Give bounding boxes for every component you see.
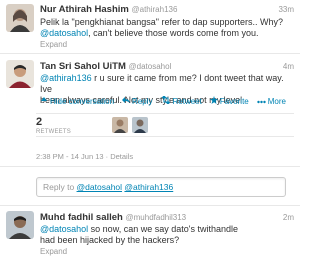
reply-mention: @datosahol: [76, 182, 123, 192]
tweet-time[interactable]: 2m: [283, 213, 294, 222]
mention-link[interactable]: @datosahol: [40, 28, 88, 38]
mention-link[interactable]: @datosahol: [40, 224, 88, 234]
hide-conversation-button[interactable]: Hide conversation: [40, 96, 114, 106]
more-button[interactable]: More: [257, 96, 286, 106]
more-dots-icon: [257, 97, 266, 106]
reply-prefix: Reply to: [43, 182, 77, 192]
tweet-actions: Hide conversation Reply Retweet Favorite…: [40, 95, 286, 106]
tweet-text-line: had been hijacked by the hackers?: [40, 235, 180, 245]
tweet-author[interactable]: Nur Athirah Hashim @athirah136: [40, 4, 177, 15]
retweet-count[interactable]: 2: [36, 116, 42, 128]
divider: [0, 205, 300, 206]
more-label: More: [267, 96, 286, 106]
divider: [0, 166, 300, 167]
retweet-stats: 2 RETWEETS: [36, 113, 294, 137]
retweet-label: Retweet: [172, 96, 202, 106]
reply-icon: [122, 96, 131, 106]
expand-link[interactable]: Expand: [40, 40, 67, 49]
tweet-dateline[interactable]: 2:38 PM - 14 Jun 13 · Details: [36, 152, 133, 161]
favorite-label: Favorite: [219, 96, 249, 106]
tweet-author[interactable]: Muhd fadhil salleh @muhdfadhil313: [40, 212, 186, 223]
mention-link[interactable]: @athirah136: [40, 73, 92, 83]
tweet-text: @datosahol so now, can we say dato's twi…: [40, 224, 295, 246]
expand-link[interactable]: Expand: [40, 247, 67, 256]
reply-input[interactable]: Reply to @datosahol @athirah136: [36, 177, 286, 197]
author-handle[interactable]: @athirah136: [132, 5, 178, 14]
tweet-text: Pelik la "pengkhianat bangsa" refer to d…: [40, 17, 295, 39]
tweet-text-line: Pelik la "pengkhianat bangsa" refer to d…: [40, 17, 284, 27]
tweet-text-line: @datosahol, can't believe those words co…: [40, 28, 295, 39]
author-name[interactable]: Tan Sri Sahol UiTM: [40, 61, 126, 72]
avatar-datosahol[interactable]: [6, 60, 34, 88]
retweet-icon: [161, 95, 171, 106]
author-handle[interactable]: @muhdfadhil313: [126, 213, 187, 222]
author-handle[interactable]: @datosahol: [129, 62, 172, 71]
retweet-button[interactable]: Retweet: [161, 95, 202, 106]
avatar-athirah[interactable]: [6, 4, 34, 32]
tweet-author[interactable]: Tan Sri Sahol UiTM @datosahol: [40, 61, 171, 72]
tweet-time[interactable]: 33m: [278, 5, 294, 14]
collapse-icon: [40, 96, 48, 106]
retweeter-avatar[interactable]: [132, 117, 148, 133]
reply-label: Reply: [132, 96, 153, 106]
retweeter-avatar[interactable]: [112, 117, 128, 133]
reply-button[interactable]: Reply: [122, 96, 153, 106]
tweet-time[interactable]: 4m: [283, 62, 294, 71]
retweet-count-label[interactable]: RETWEETS: [36, 129, 71, 135]
divider: [0, 53, 300, 54]
tweet-text-rest: so now, can we say dato's twithandle: [88, 224, 238, 234]
star-icon: [209, 96, 218, 106]
avatar-fadhil[interactable]: [6, 211, 34, 239]
author-name[interactable]: Muhd fadhil salleh: [40, 212, 123, 223]
author-name[interactable]: Nur Athirah Hashim: [40, 4, 129, 15]
tweet-text-line: @datosahol so now, can we say dato's twi…: [40, 224, 295, 235]
tweet-text-line: @athirah136 r u sure it came from me? I …: [40, 73, 295, 95]
reply-mention: @athirah136: [124, 182, 174, 192]
tweet-text-rest: , can't believe those words come from yo…: [88, 28, 259, 38]
favorite-button[interactable]: Favorite: [209, 96, 249, 106]
hide-conversation-label: Hide conversation: [50, 96, 115, 106]
